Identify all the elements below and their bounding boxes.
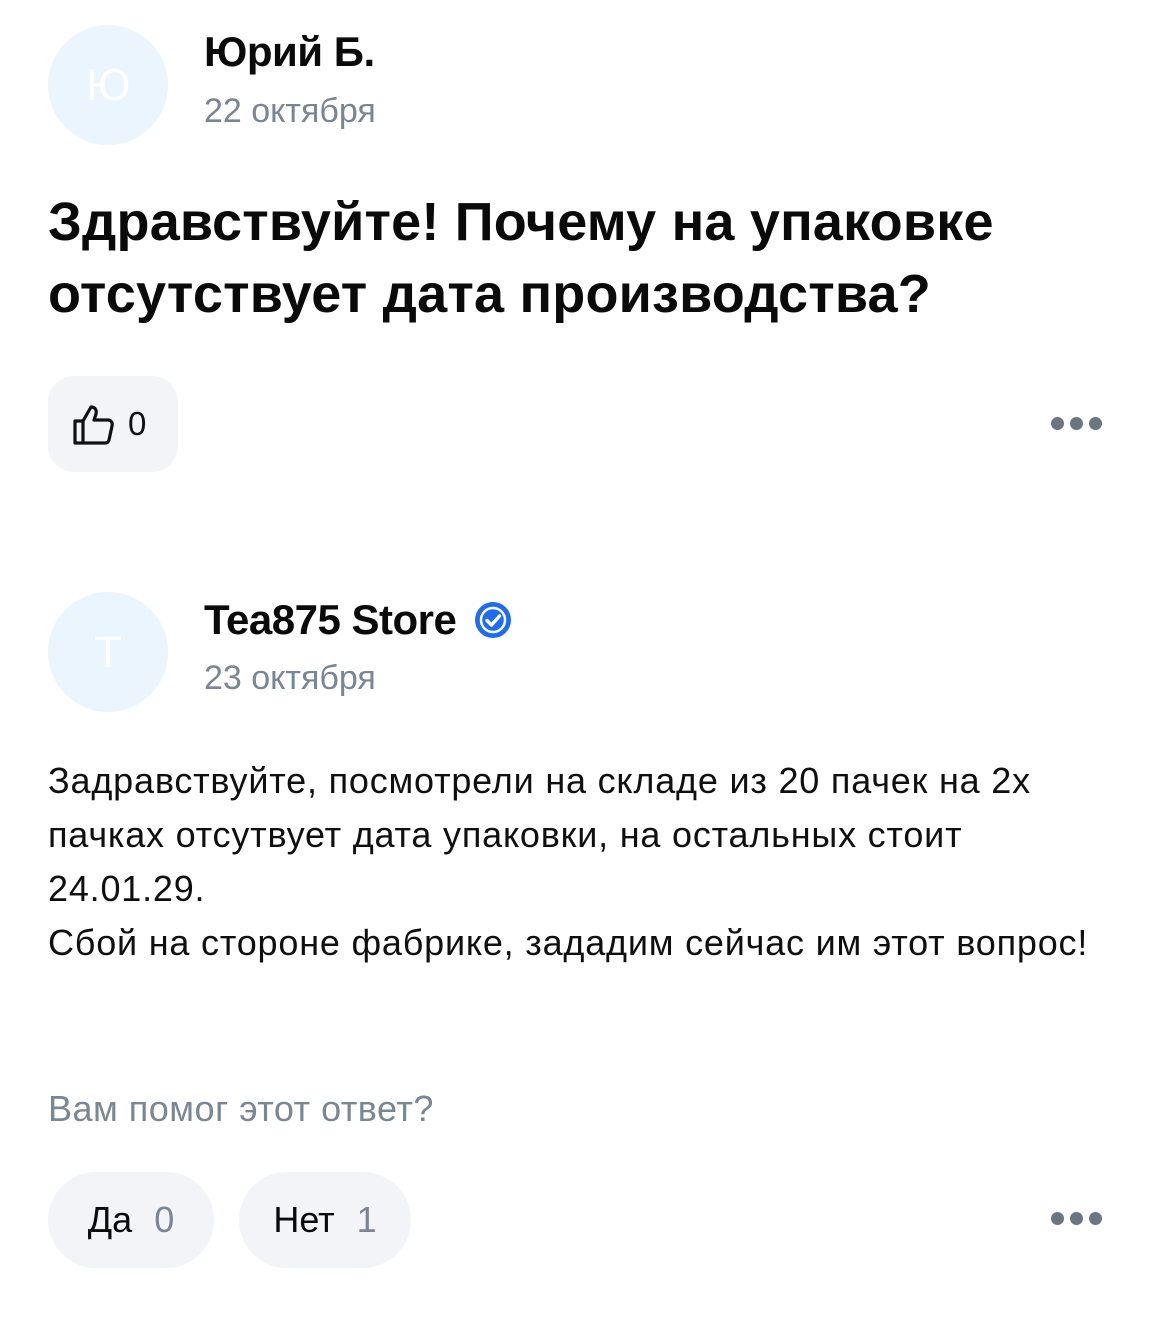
vote-no-button[interactable]: Нет 1 (239, 1172, 411, 1268)
question-text: Здравствуйте! Почему на упаковке отсутст… (48, 192, 994, 324)
answer-author-avatar[interactable]: T (48, 592, 168, 712)
like-count: 0 (128, 405, 147, 442)
dot-icon (1070, 1212, 1083, 1225)
answer-text: Задравствуйте, посмотрели на складе из 2… (48, 760, 1089, 963)
vote-no-label: Нет (273, 1199, 335, 1240)
vote-yes-count: 0 (154, 1199, 175, 1240)
verified-badge-icon (475, 602, 512, 638)
avatar-letter: Ю (85, 60, 131, 110)
like-button[interactable]: 0 (48, 376, 178, 472)
dot-icon (1051, 1212, 1064, 1225)
answer-date: 23 октября (204, 659, 376, 697)
vote-yes-label: Да (87, 1199, 133, 1240)
dot-icon (1089, 417, 1102, 430)
question-more-options-button[interactable] (1051, 417, 1102, 430)
answer-author-row: Tea875 Store (204, 594, 512, 646)
dot-icon (1070, 417, 1083, 430)
question-date: 22 октября (204, 92, 376, 130)
avatar-letter: T (95, 627, 121, 677)
vote-yes-button[interactable]: Да 0 (48, 1172, 214, 1268)
question-author-name[interactable]: Юрий Б. (204, 26, 375, 78)
vote-no-count: 1 (356, 1199, 377, 1240)
question-author-avatar[interactable]: Ю (48, 25, 168, 145)
helpful-question: Вам помог этот ответ? (48, 1088, 434, 1129)
thumbs-up-icon (73, 405, 114, 445)
answer-author-name[interactable]: Tea875 Store (204, 596, 457, 644)
dot-icon (1051, 417, 1064, 430)
dot-icon (1089, 1212, 1102, 1225)
answer-more-options-button[interactable] (1051, 1212, 1102, 1225)
